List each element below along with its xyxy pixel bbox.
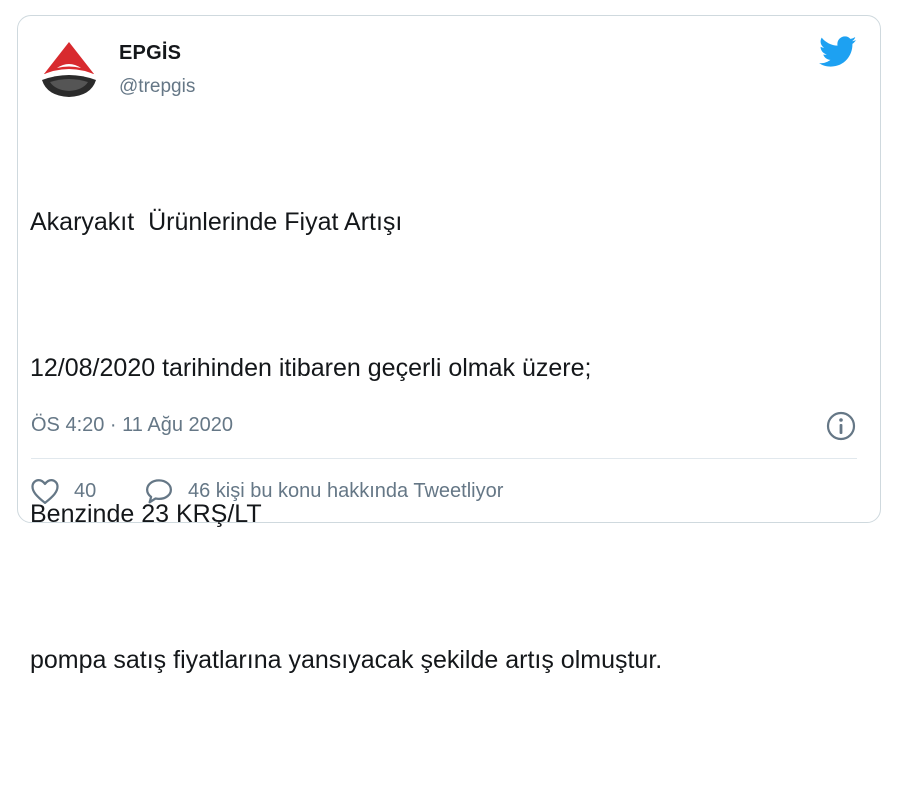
- like-count: 40: [74, 479, 97, 502]
- like-button[interactable]: 40: [30, 477, 96, 505]
- user-handle[interactable]: @trepgis: [119, 76, 195, 98]
- tweet-timestamp[interactable]: ÖS 4:20 · 11 Ağu 2020: [31, 414, 233, 437]
- display-name[interactable]: EPGİS: [119, 42, 181, 65]
- tweet-card[interactable]: EPGİS @trepgis Akaryakıt Ürünlerinde Fiy…: [17, 15, 881, 674]
- epgis-logo-icon[interactable]: [36, 36, 102, 102]
- twitter-bird-icon[interactable]: [819, 36, 857, 68]
- speech-bubble-icon: [146, 479, 172, 504]
- tweet-line-4: pompa satış fiyatlarına yansıyacak şekil…: [30, 646, 663, 674]
- info-icon[interactable]: [825, 410, 857, 442]
- tweet-line-1: Akaryakıt Ürünlerinde Fiyat Artışı: [30, 208, 403, 236]
- heart-icon: [31, 479, 59, 504]
- reply-text: 46 kişi bu konu hakkında Tweetliyor: [188, 479, 504, 502]
- tweet-text: Akaryakıt Ürünlerinde Fiyat Artışı 12/08…: [30, 130, 860, 788]
- divider: [31, 458, 857, 459]
- tweet-line-2: 12/08/2020 tarihinden itibaren geçerli o…: [30, 354, 592, 382]
- reply-conversation-link[interactable]: 46 kişi bu konu hakkında Tweetliyor: [144, 477, 503, 505]
